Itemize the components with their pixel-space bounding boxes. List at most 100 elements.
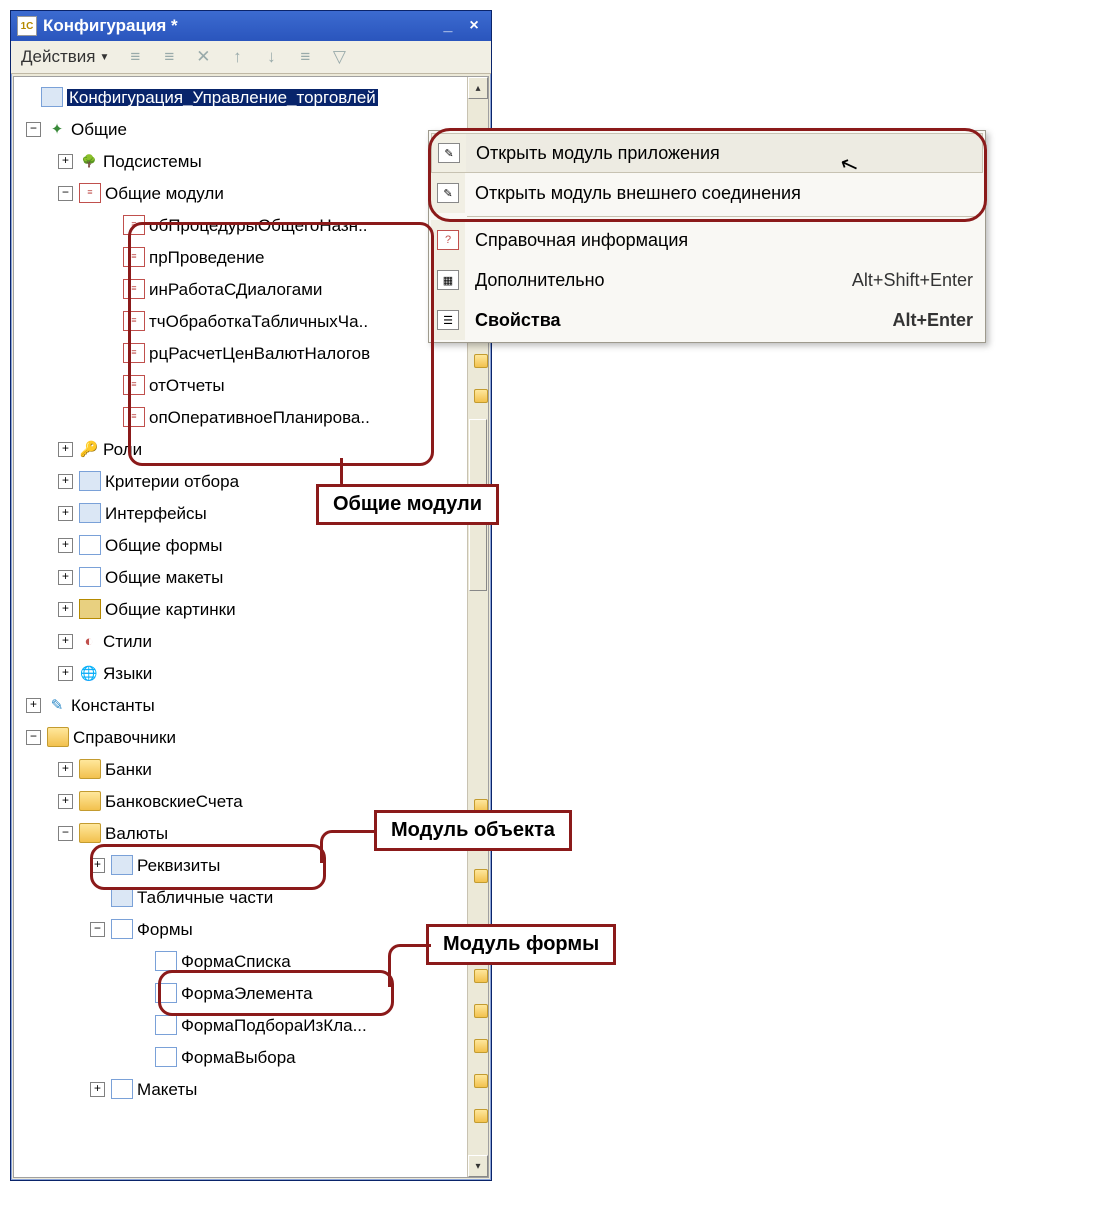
expander-plus[interactable]: +: [58, 154, 73, 169]
app-icon: 1C: [17, 16, 37, 36]
ctx-shortcut: Alt+Shift+Enter: [852, 270, 973, 291]
callout-connector: [340, 458, 343, 486]
form-icon: [155, 1015, 177, 1035]
interfaces-label: Интерфейсы: [105, 505, 207, 522]
puzzle-icon: ✦: [47, 120, 67, 138]
expander-minus[interactable]: −: [58, 186, 73, 201]
titlebar[interactable]: 1C Конфигурация * _ ×: [11, 11, 491, 41]
layout-icon: [111, 1079, 133, 1099]
chevron-down-icon: ▼: [99, 52, 109, 63]
actions-menu[interactable]: Действия ▼: [15, 45, 115, 69]
help-icon: ?: [437, 230, 459, 250]
bookmark-marker: [474, 1109, 488, 1123]
tree-common-pictures[interactable]: +Общие картинки: [20, 593, 486, 625]
tree-subsystems[interactable]: + 🌳 Подсистемы: [20, 145, 486, 177]
callout-common-modules: Общие модули: [316, 484, 499, 525]
toolbar-icon-3[interactable]: ✕: [189, 43, 217, 71]
folder-icon: [79, 823, 101, 843]
forms-label: Формы: [137, 921, 193, 938]
form-icon: [79, 535, 101, 555]
tree-catalogs[interactable]: −Справочники: [20, 721, 486, 753]
callout-ring-contextmenu: [428, 128, 987, 222]
callout-connector: [388, 944, 431, 987]
common-modules-label: Общие модули: [105, 185, 224, 202]
ctx-help[interactable]: ? Справочная информация: [431, 220, 983, 260]
interface-icon: [79, 503, 101, 523]
toolbar-down-icon[interactable]: ↓: [257, 43, 285, 71]
bookmark-marker: [474, 354, 488, 368]
forms-icon: [111, 919, 133, 939]
window-title: Конфигурация *: [43, 16, 178, 36]
scroll-down-button[interactable]: ▾: [468, 1155, 488, 1177]
scroll-up-button[interactable]: ▴: [468, 77, 488, 99]
banks-label: Банки: [105, 761, 152, 778]
tabular-label: Табличные части: [137, 889, 273, 906]
bookmark-marker: [474, 1074, 488, 1088]
toolbar-sort-icon[interactable]: ≡: [291, 43, 319, 71]
minimize-button[interactable]: _: [437, 16, 459, 36]
subsystems-icon: 🌳: [79, 152, 99, 170]
bank-accounts-label: БанковскиеСчета: [105, 793, 243, 810]
common-forms-label: Общие формы: [105, 537, 222, 554]
expander-minus[interactable]: −: [26, 122, 41, 137]
tree-common-modules[interactable]: − ≡ Общие модули: [20, 177, 486, 209]
folder-icon: [47, 727, 69, 747]
callout-ring-currency: [90, 844, 326, 890]
folder-icon: [79, 759, 101, 779]
bookmark-marker: [474, 1039, 488, 1053]
currencies-label: Валюты: [105, 825, 168, 842]
picture-icon: [79, 599, 101, 619]
toolbar: Действия ▼ ≡ ≡ ✕ ↑ ↓ ≡ ▽: [11, 41, 491, 74]
config-icon: [41, 87, 63, 107]
style-icon: ◐: [79, 632, 99, 650]
tree-layouts[interactable]: +Макеты: [20, 1073, 486, 1105]
close-button[interactable]: ×: [463, 16, 485, 36]
form-icon: [155, 1047, 177, 1067]
key-icon: 🔑: [79, 440, 99, 458]
bookmark-marker: [474, 1004, 488, 1018]
toolbar-filter-icon[interactable]: ▽: [325, 43, 353, 71]
tree-common-forms[interactable]: +Общие формы: [20, 529, 486, 561]
callout-ring-formlist: [158, 970, 394, 1016]
ctx-label: Свойства: [465, 310, 892, 331]
callout-connector: [320, 830, 377, 863]
tree-constants[interactable]: +✎Константы: [20, 689, 486, 721]
form-pick-label: ФормаПодбораИзКла...: [181, 1017, 367, 1034]
subsystems-label: Подсистемы: [103, 153, 202, 170]
tabular-icon: [111, 887, 133, 907]
toolbar-icon-2[interactable]: ≡: [155, 43, 183, 71]
constants-icon: ✎: [47, 696, 67, 714]
ctx-label: Справочная информация: [465, 230, 973, 251]
common-label: Общие: [71, 121, 127, 138]
styles-label: Стили: [103, 633, 152, 650]
tree-banks[interactable]: +Банки: [20, 753, 486, 785]
toolbar-up-icon[interactable]: ↑: [223, 43, 251, 71]
tree-languages[interactable]: +🌐Языки: [20, 657, 486, 689]
constants-label: Константы: [71, 697, 155, 714]
root-label: Конфигурация_Управление_торговлей: [67, 89, 378, 106]
callout-ring-modules: [128, 222, 434, 466]
bookmark-marker: [474, 969, 488, 983]
page-icon: ▦: [437, 270, 459, 290]
properties-icon: ☰: [437, 310, 459, 330]
ctx-additional[interactable]: ▦ Дополнительно Alt+Shift+Enter: [431, 260, 983, 300]
common-layouts-label: Общие макеты: [105, 569, 223, 586]
tree-common[interactable]: − ✦ Общие: [20, 113, 486, 145]
toolbar-icon-1[interactable]: ≡: [121, 43, 149, 71]
tree-styles[interactable]: +◐Стили: [20, 625, 486, 657]
ctx-shortcut: Alt+Enter: [892, 310, 973, 331]
form-choice-label: ФормаВыбора: [181, 1049, 296, 1066]
tree-common-layouts[interactable]: +Общие макеты: [20, 561, 486, 593]
languages-label: Языки: [103, 665, 152, 682]
globe-icon: 🌐: [79, 664, 99, 682]
bookmark-marker: [474, 389, 488, 403]
form-icon: [155, 951, 177, 971]
tree-root[interactable]: Конфигурация_Управление_торговлей: [20, 81, 486, 113]
filter-icon: [79, 471, 101, 491]
common-pictures-label: Общие картинки: [105, 601, 236, 618]
tree-form-choice[interactable]: ФормаВыбора: [20, 1041, 486, 1073]
criteria-label: Критерии отбора: [105, 473, 239, 490]
ctx-properties[interactable]: ☰ Свойства Alt+Enter: [431, 300, 983, 340]
tree-forms[interactable]: −Формы: [20, 913, 486, 945]
ctx-label: Дополнительно: [465, 270, 852, 291]
